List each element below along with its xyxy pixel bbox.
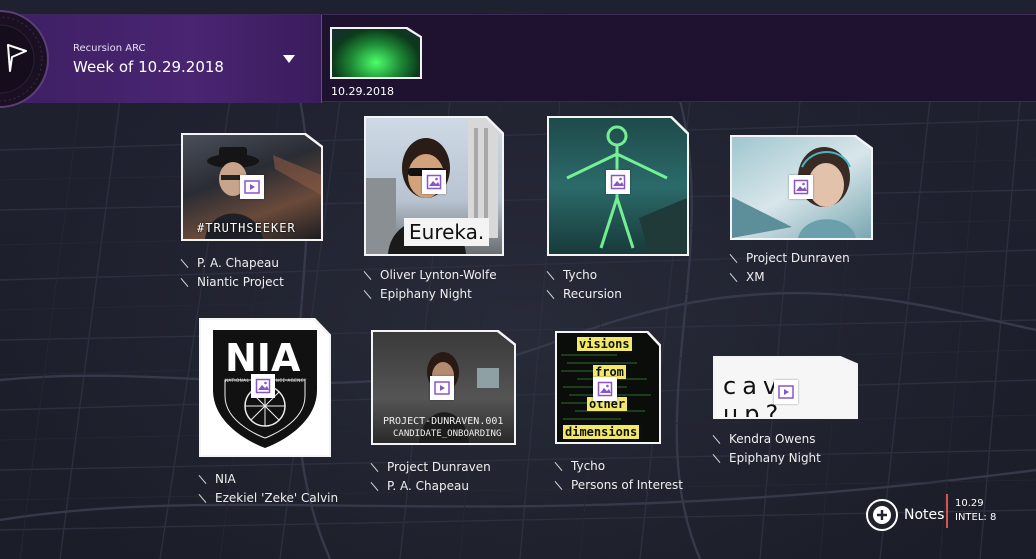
card-tags: Project Dunraven P. A. Chapeau [371, 457, 491, 495]
arc-selector[interactable]: Recursion ARC Week of 10.29.2018 [0, 10, 322, 108]
card-tag[interactable]: NIA [199, 469, 338, 488]
card-tags: Project Dunraven XM [730, 248, 850, 286]
card-overlay-text: PROJECT-DUNRAVEN.001 [383, 416, 504, 427]
card-tags: P. A. Chapeau Niantic Project [181, 253, 284, 291]
intel-divider [946, 494, 948, 528]
card-overlay-text: Eureka. [404, 218, 490, 246]
card-tags: NIA Ezekiel 'Zeke' Calvin [199, 469, 338, 507]
card-tag[interactable]: Kendra Owens [713, 429, 821, 448]
video-icon [240, 175, 264, 199]
card-tags: Oliver Lynton-Wolfe Epiphany Night [364, 265, 497, 303]
card-tag[interactable]: Oliver Lynton-Wolfe [364, 265, 497, 284]
card-tag[interactable]: Epiphany Night [713, 448, 821, 467]
image-icon [251, 374, 275, 398]
card-tag[interactable]: Project Dunraven [371, 457, 491, 476]
card-tag[interactable]: Project Dunraven [730, 248, 850, 267]
card-tag[interactable]: Tycho [547, 265, 622, 284]
card-tag[interactable]: Recursion [547, 284, 622, 303]
arc-title: Week of 10.29.2018 [73, 58, 224, 76]
header-bar: Recursion ARC Week of 10.29.2018 10.29.2… [0, 10, 1036, 108]
week-thumbnail-date: 10.29.2018 [331, 85, 394, 98]
card-tags: Tycho Recursion [547, 265, 622, 303]
add-note-icon [866, 499, 898, 531]
navigation-disc[interactable] [0, 5, 54, 113]
intel-date: 10.29 [955, 498, 984, 509]
video-icon [774, 380, 798, 404]
card-overlay-subtext: CANDIDATE_ONBOARDING [393, 429, 502, 439]
arc-subtitle: Recursion ARC [73, 43, 146, 54]
intel-count: INTEL: 8 [955, 512, 997, 523]
chevron-down-icon[interactable] [281, 52, 297, 66]
image-icon [606, 170, 630, 194]
card-tags: Kendra Owens Epiphany Night [713, 429, 821, 467]
image-icon [789, 175, 813, 199]
week-thumbnail[interactable] [330, 27, 422, 79]
card-tag[interactable]: XM [730, 267, 850, 286]
card-overlay-text: #TRUTHSEEKER [197, 221, 296, 235]
image-icon [422, 170, 446, 194]
visions-line-1: visions [577, 337, 632, 351]
card-tag[interactable]: P. A. Chapeau [181, 253, 284, 272]
card-tag[interactable]: Tycho [555, 456, 683, 475]
card-tag[interactable]: P. A. Chapeau [371, 476, 491, 495]
image-icon [593, 377, 617, 401]
card-tags: Tycho Persons of Interest [555, 456, 683, 494]
card-tag[interactable]: Niantic Project [181, 272, 284, 291]
visions-line-4: dimensions [563, 425, 640, 439]
card-tag[interactable]: Ezekiel 'Zeke' Calvin [199, 488, 338, 507]
video-icon [430, 376, 454, 400]
card-tag[interactable]: Epiphany Night [364, 284, 497, 303]
notes-button[interactable]: Notes [866, 498, 944, 532]
card-tag[interactable]: Persons of Interest [555, 475, 683, 494]
notes-label: Notes [904, 507, 945, 523]
